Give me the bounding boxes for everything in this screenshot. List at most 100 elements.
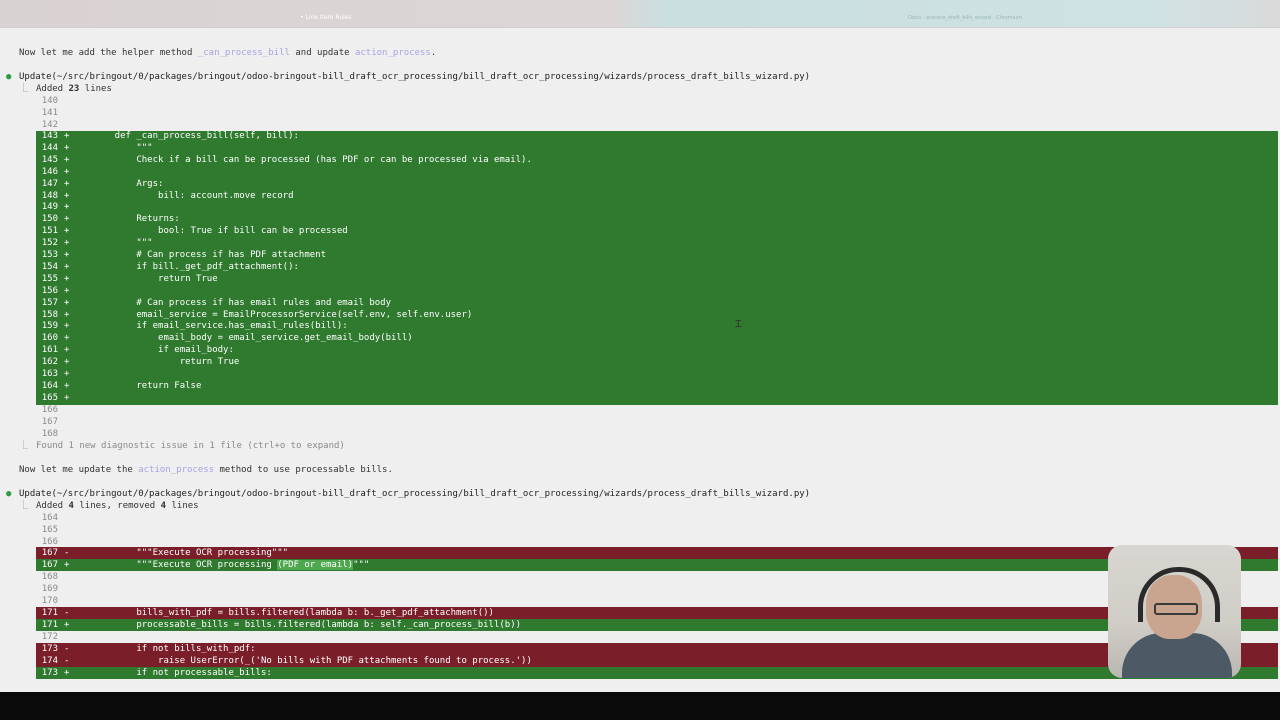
- diff-added-line: 156 +: [36, 285, 1278, 297]
- code-text: bill: account.move record: [93, 190, 294, 201]
- diff-added-line: 152 + """: [36, 237, 1278, 249]
- diff-added-line: 153 + # Can process if has PDF attachment: [36, 249, 1278, 261]
- line-number: 140: [41, 96, 58, 106]
- code-text: """: [93, 238, 153, 249]
- code-text: Check if a bill can be processed (has PD…: [93, 154, 532, 165]
- changed-text-highlight: (PDF or email): [277, 560, 354, 570]
- message-text: method to use processable bills.: [214, 465, 393, 475]
- add-marker: +: [64, 273, 70, 284]
- line-number: 166: [41, 405, 58, 415]
- line-number: 156: [41, 285, 58, 296]
- line-number: 173: [41, 644, 58, 654]
- status-dot-icon: ●: [6, 72, 12, 82]
- diff-context-line: 169: [36, 583, 1278, 595]
- line-number: 165: [41, 525, 58, 535]
- code-text: bool: True if bill can be processed: [93, 226, 348, 237]
- summary-text: Added: [36, 501, 69, 511]
- add-marker: +: [64, 250, 70, 260]
- code-text: # Can process if has email rules and ema…: [93, 297, 392, 308]
- add-marker: +: [64, 190, 70, 201]
- code-text: return False: [93, 380, 202, 391]
- diff-added-line: 145 + Check if a bill can be processed (h…: [36, 154, 1278, 166]
- code-text: """Execute OCR processing: [93, 560, 278, 570]
- line-number: 149: [41, 202, 58, 213]
- diff-added-line: 173 + if not processable_bills:: [36, 667, 1278, 679]
- remove-marker: -: [64, 608, 70, 618]
- line-number: 164: [41, 513, 58, 523]
- line-number: 143: [41, 131, 58, 141]
- code-text: if not processable_bills:: [93, 668, 272, 678]
- add-marker: +: [64, 154, 70, 165]
- add-marker: +: [64, 333, 70, 344]
- message-text: Now let me add the helper method: [19, 48, 198, 58]
- code-text: email_service = EmailProcessorService(se…: [93, 309, 473, 320]
- diff-added-line: 143 + def _can_process_bill(self, bill):: [36, 130, 1278, 142]
- terminal-output: Now let me add the helper method _can_pr…: [0, 27, 1280, 692]
- text-cursor-icon: ⌶: [735, 318, 742, 330]
- add-marker: +: [64, 560, 70, 570]
- add-marker: +: [64, 297, 70, 308]
- line-number: 159: [41, 321, 58, 332]
- add-marker: +: [64, 345, 70, 356]
- method-reference: action_process: [138, 465, 215, 475]
- line-number: 164: [41, 380, 58, 391]
- add-marker: +: [64, 380, 70, 391]
- code-text: if email_body:: [93, 345, 234, 356]
- add-marker: +: [64, 392, 70, 403]
- diff-added-line: 147 + Args:: [36, 178, 1278, 190]
- code-text: """: [93, 142, 153, 153]
- person-body: [1122, 633, 1232, 678]
- update-summary: ⎿ Added 4 lines, removed 4 lines: [19, 500, 199, 512]
- line-number: 167: [41, 560, 58, 570]
- code-text: email_body = email_service.get_email_bod…: [93, 333, 413, 344]
- status-dot-icon: ●: [6, 489, 12, 499]
- update-file-path: Update(~/src/bringout/0/packages/bringou…: [19, 72, 811, 82]
- line-number: 151: [41, 226, 58, 237]
- line-number: 155: [41, 273, 58, 284]
- line-number: 163: [41, 369, 58, 379]
- diff-added-line: 160 + email_body = email_service.get_emai…: [36, 332, 1278, 344]
- diff-added-line: 158 + email_service = EmailProcessorServi…: [36, 309, 1278, 321]
- line-number: 148: [41, 190, 58, 201]
- summary-text: lines: [166, 501, 199, 511]
- line-number: 160: [41, 333, 58, 344]
- diff-added-line: 157 + # Can process if has email rules an…: [36, 297, 1278, 309]
- summary-text: lines: [79, 84, 112, 94]
- assistant-message: Now let me add the helper method _can_pr…: [19, 47, 436, 59]
- diff-added-line: 161 + if email_body:: [36, 344, 1278, 356]
- add-marker: +: [64, 178, 70, 189]
- remove-marker: -: [64, 548, 70, 558]
- update-tool-call[interactable]: ● Update(~/src/bringout/0/packages/bringo…: [6, 71, 810, 83]
- line-number: 152: [41, 238, 58, 249]
- line-number: 158: [41, 309, 58, 320]
- add-marker: +: [64, 131, 70, 141]
- diff-context-line: 172: [36, 631, 1278, 643]
- diff-context-line: 164: [36, 512, 1278, 524]
- diff-added-line: 151 + bool: True if bill can be processed: [36, 225, 1278, 237]
- diff-context-line: 167: [36, 416, 1278, 428]
- update-summary: ⎿ Added 23 lines: [19, 83, 112, 95]
- line-number: 161: [41, 345, 58, 356]
- line-number: 154: [41, 261, 58, 272]
- update-tool-call[interactable]: ● Update(~/src/bringout/0/packages/bringo…: [6, 488, 810, 500]
- diff-context-line: 140: [36, 95, 1278, 107]
- add-marker: +: [64, 226, 70, 237]
- diff-removed-line: 174- raise UserError(_('No bills with PD…: [36, 655, 1278, 667]
- diagnostic-notice[interactable]: ⎿ Found 1 new diagnostic issue in 1 file …: [19, 440, 345, 452]
- code-text: """: [353, 560, 370, 570]
- update-file-path: Update(~/src/bringout/0/packages/bringou…: [19, 489, 811, 499]
- diff-context-line: 166: [36, 404, 1278, 416]
- diff-added-line: 167 + """Execute OCR processing (PDF or e…: [36, 559, 1278, 571]
- add-marker: +: [64, 214, 70, 225]
- add-marker: +: [64, 357, 70, 368]
- line-number: 173: [41, 668, 58, 678]
- diff-context-line: 165: [36, 524, 1278, 536]
- window-title-left: • Line Item Rules: [300, 14, 352, 21]
- glasses-icon: [1154, 603, 1198, 615]
- line-number: 174: [41, 656, 58, 666]
- line-number: 172: [41, 632, 58, 642]
- elbow-icon: ⎿: [19, 501, 29, 511]
- code-text: processable_bills = bills.filtered(lambd…: [93, 620, 522, 630]
- code-text: bills_with_pdf = bills.filtered(lambda b…: [93, 608, 494, 618]
- remove-marker: -: [64, 656, 70, 666]
